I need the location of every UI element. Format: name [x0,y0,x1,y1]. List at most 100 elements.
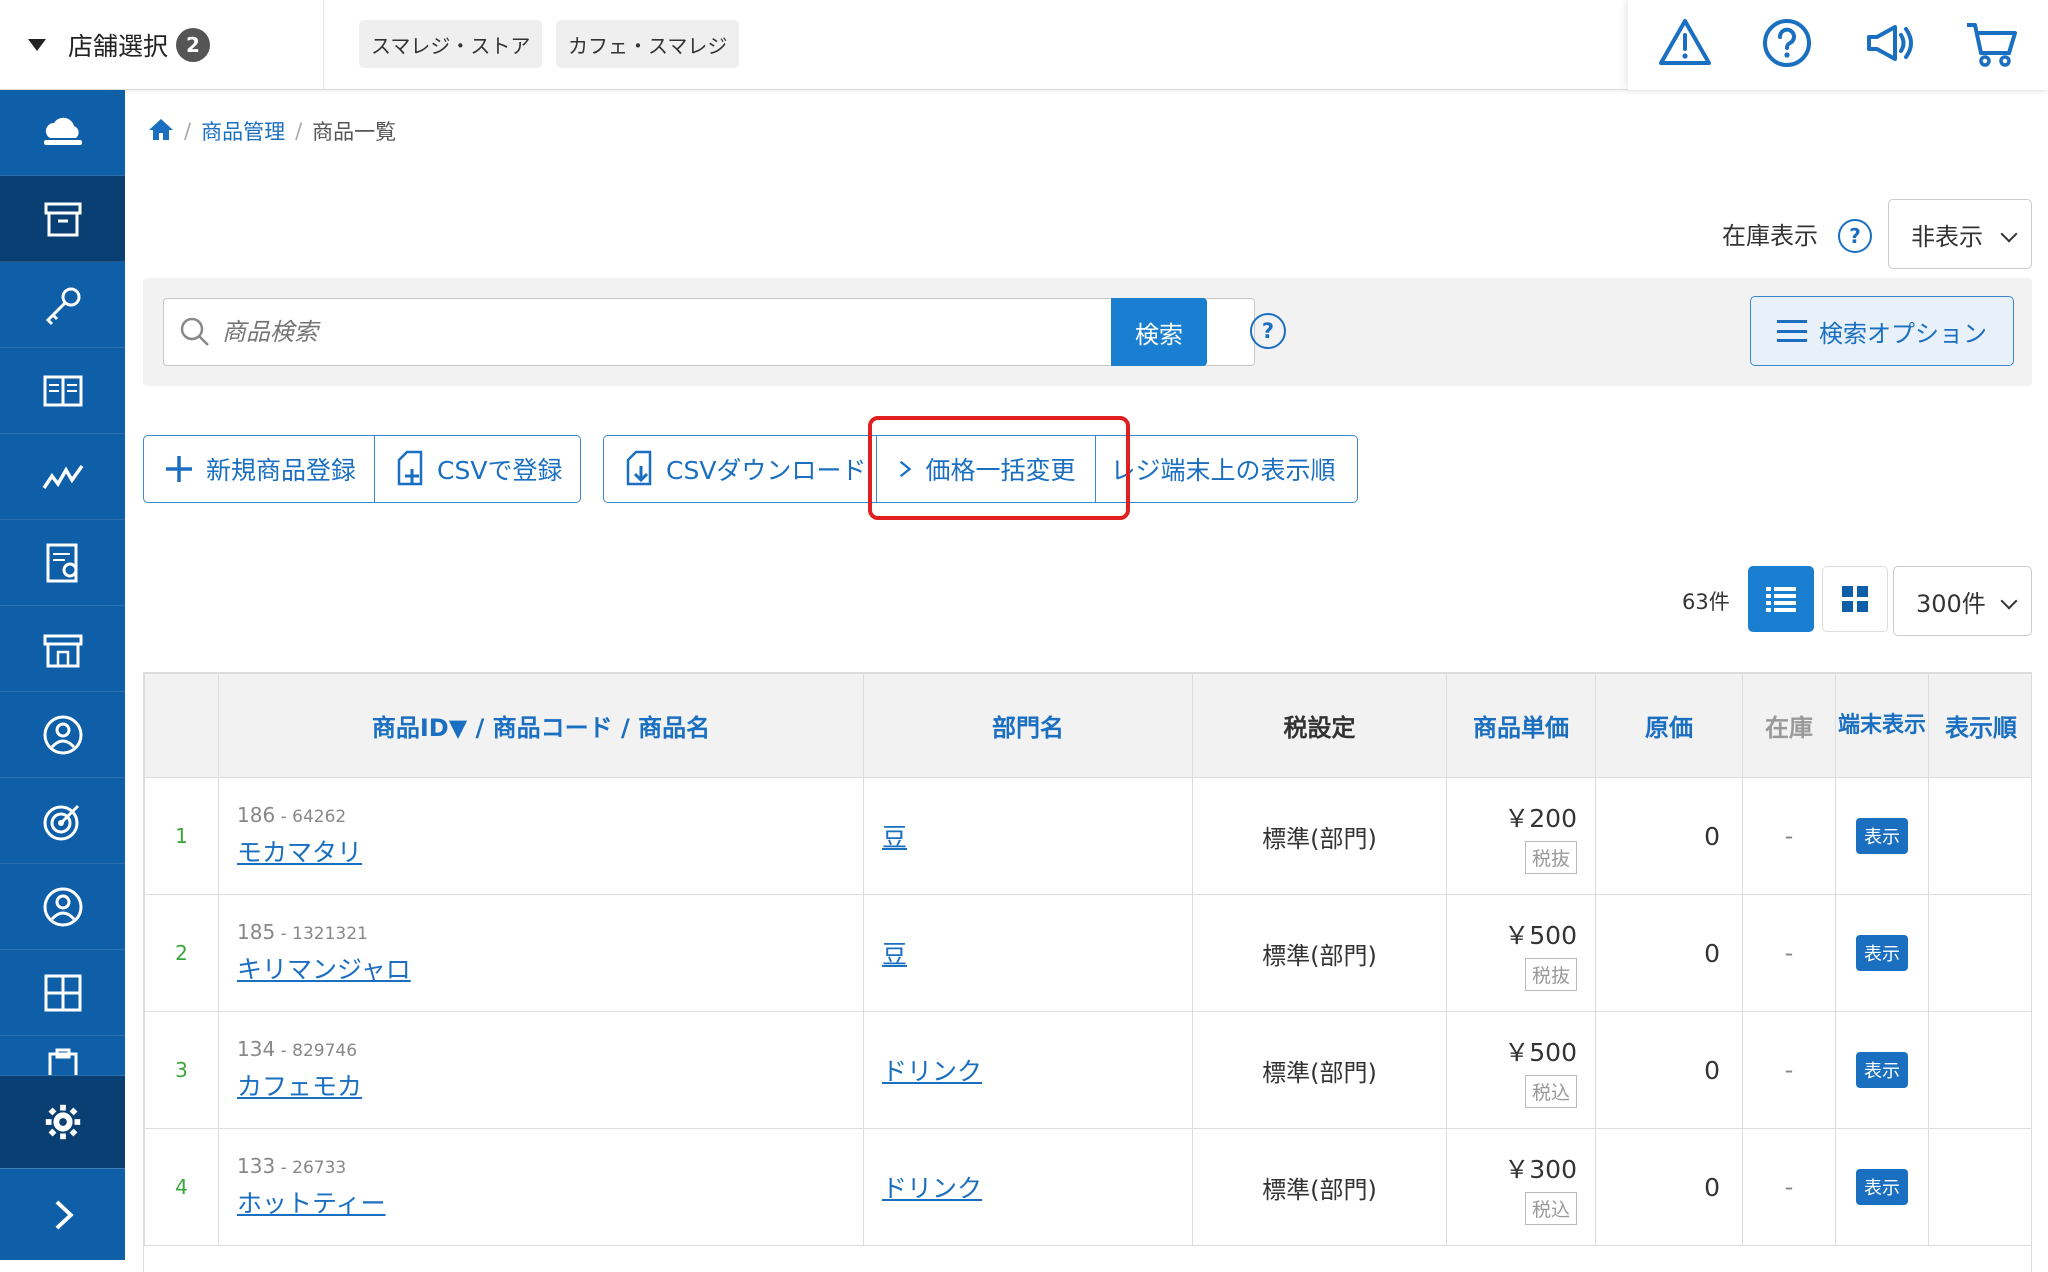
home-icon[interactable] [148,117,174,146]
header-dept[interactable]: 部門名 [863,673,1193,778]
search-options-label: 検索オプション [1819,319,1987,348]
help-icon[interactable] [1759,15,1815,75]
search-input[interactable] [222,318,1122,346]
cart-icon[interactable] [1963,15,2019,75]
sidebar-item-clipboard[interactable] [0,1036,125,1076]
sidebar-item-staff[interactable] [0,692,125,778]
product-id: 186 [237,803,276,827]
unit-price: ￥500 [1504,920,1577,950]
tax-setting: 標準(部門) [1192,894,1447,1012]
stock-display-label: 在庫表示 [1722,222,1818,250]
per-page-select[interactable]: 300件 [1893,566,2032,636]
chevron-down-icon [2000,592,2018,610]
sidebar-item-apps[interactable] [0,950,125,1036]
search-options-button[interactable]: 検索オプション [1750,296,2014,366]
csv-download-label: CSVダウンロード [666,456,867,485]
product-name-link[interactable]: カフェモカ [237,1067,362,1103]
header-terminal-display[interactable]: 端末表示 [1835,673,1929,778]
stock-help-icon[interactable]: ? [1838,219,1872,253]
display-status-badge: 表示 [1856,1169,1908,1205]
sidebar-item-store[interactable] [0,606,125,692]
breadcrumb-separator: / [295,119,303,143]
sidebar-item-analytics[interactable] [0,434,125,520]
price-cell: ￥500 税込 [1446,1011,1596,1129]
sidebar-item-key[interactable] [0,262,125,348]
megaphone-icon[interactable] [1861,15,1917,75]
cost-value: 0 [1595,894,1743,1012]
dept-link[interactable]: ドリンク [882,1174,982,1203]
sidebar-item-customer[interactable] [0,864,125,950]
csv-download-button[interactable]: CSVダウンロード [604,436,876,502]
new-product-button[interactable]: 新規商品登録 [144,436,374,502]
sidebar [0,90,125,1260]
breadcrumb: / 商品管理 / 商品一覧 [148,116,396,146]
price-cell: ￥200 税抜 [1446,777,1596,895]
dept-link[interactable]: 豆 [882,940,907,969]
stock-display-select[interactable]: 非表示 [1888,199,2032,269]
row-number: 2 [144,894,219,1012]
store-select-dropdown[interactable]: 店舗選択 2 [0,0,324,90]
display-order-cell [1928,777,2031,895]
stock-value: - [1742,1128,1836,1246]
register-display-order-button[interactable]: レジ端末上の表示順 [1095,436,1357,502]
row-number: 1 [144,777,219,895]
header-unit-price[interactable]: 商品単価 [1446,673,1596,778]
plus-icon [166,456,192,482]
dept-cell: 豆 [863,894,1193,1012]
sidebar-item-target[interactable] [0,778,125,864]
product-cell: 185 - 1321321 キリマンジャロ [218,894,864,1012]
sidebar-expand-button[interactable] [0,1168,125,1260]
product-name-link[interactable]: キリマンジャロ [237,950,411,986]
header-cost[interactable]: 原価 [1595,673,1743,778]
dept-link[interactable]: 豆 [882,823,907,852]
top-icon-bar [1628,0,2048,90]
store-chip-2[interactable]: カフェ・スマレジ [556,20,740,68]
box-icon [44,202,81,236]
menu-icon [1777,320,1807,342]
product-id-code: 133 - 26733 [237,1154,347,1178]
list-icon [1766,587,1796,612]
settings-button[interactable] [0,1076,125,1168]
search-button[interactable]: 検索 [1111,298,1207,366]
sidebar-item-book[interactable] [0,348,125,434]
product-code: 1321321 [292,924,368,944]
per-page-value: 300件 [1916,589,1986,618]
store-chip-1[interactable]: スマレジ・ストア [359,20,543,68]
display-status-badge: 表示 [1856,1052,1908,1088]
tax-setting: 標準(部門) [1192,1128,1447,1246]
breadcrumb-product-management[interactable]: 商品管理 [201,116,285,146]
row-number: 4 [144,1128,219,1246]
product-cell: 133 - 26733 ホットティー [218,1128,864,1246]
warning-icon[interactable] [1657,15,1713,75]
product-name-link[interactable]: モカマタリ [237,833,362,869]
cloud-logo-icon[interactable] [0,90,125,176]
sidebar-item-report[interactable] [0,520,125,606]
customer-icon [43,887,82,926]
header-stock: 在庫 [1742,673,1836,778]
csv-register-button[interactable]: CSVで登録 [374,436,580,502]
sidebar-item-products[interactable] [0,176,125,262]
register-button-group: 新規商品登録 CSVで登録 [143,435,582,503]
product-name-link[interactable]: ホットティー [237,1184,386,1220]
header-tax: 税設定 [1192,673,1447,778]
gear-icon [45,1104,80,1140]
tax-setting: 標準(部門) [1192,777,1447,895]
clipboard-icon [48,1048,77,1075]
file-download-icon [626,450,652,486]
terminal-display-cell: 表示 [1835,1011,1929,1129]
store-count-badge: 2 [176,28,211,62]
product-id: 134 [237,1037,276,1061]
tax-type-badge: 税抜 [1524,840,1577,874]
header-display-order[interactable]: 表示順 [1928,673,2031,778]
price-cell: ￥300 税込 [1446,1128,1596,1246]
dept-link[interactable]: ドリンク [882,1057,982,1086]
grid-view-button[interactable] [1822,566,1888,632]
product-id-code: 134 - 829746 [237,1037,358,1061]
table-row: 4 133 - 26733 ホットティー ドリンク 標準(部門) ￥300 税込… [144,1128,2031,1246]
display-status-badge: 表示 [1856,935,1908,971]
list-view-button[interactable] [1748,566,1814,632]
header-id-name[interactable]: 商品ID▼ / 商品コード / 商品名 [218,673,864,778]
terminal-display-cell: 表示 [1835,1128,1929,1246]
header-row-number [144,673,219,778]
search-help-icon[interactable]: ? [1250,313,1286,349]
